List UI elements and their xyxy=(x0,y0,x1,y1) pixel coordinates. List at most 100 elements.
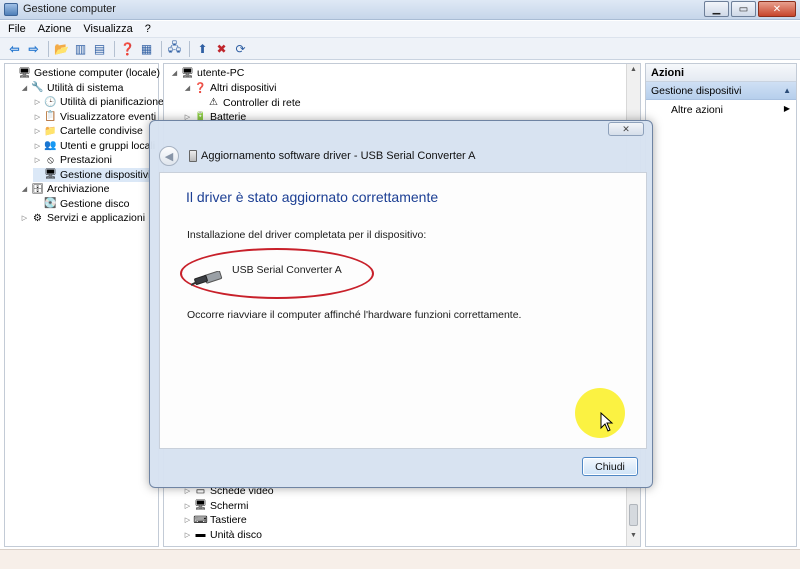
toolbar-separator xyxy=(161,40,162,57)
tools-icon: 🔧 xyxy=(31,82,44,93)
performance-icon: ⦸ xyxy=(47,154,54,166)
minimize-button[interactable]: ▁ xyxy=(704,1,729,17)
device-category[interactable]: ⚠ Controller di rete xyxy=(196,96,301,110)
tree-item[interactable]: ▷ 🕒 Utilità di pianificazione xyxy=(33,95,164,109)
collapsed-triangle-icon[interactable]: ▷ xyxy=(183,502,192,510)
menu-bar: File Azione Visualizza ? xyxy=(0,21,800,38)
menu-file[interactable]: File xyxy=(8,23,26,35)
dialog-footer: Chiudi xyxy=(150,451,652,487)
collapsed-triangle-icon[interactable]: ▷ xyxy=(33,113,42,121)
dialog-content: Il driver è stato aggiornato correttamen… xyxy=(159,172,647,449)
help-icon[interactable]: ❓ xyxy=(119,41,136,57)
update-driver-icon[interactable]: ⬆ xyxy=(194,41,211,57)
window-titlebar: Gestione computer ▁ ▭ ✕ xyxy=(0,0,800,20)
keyboard-icon: ⌨ xyxy=(193,514,208,526)
collapsed-triangle-icon[interactable]: ▷ xyxy=(33,127,42,135)
window-controls: ▁ ▭ ✕ xyxy=(702,1,796,17)
scroll-thumb[interactable] xyxy=(629,504,638,526)
device-category[interactable]: ▷ 🖥 Schermi xyxy=(183,499,249,513)
computer-management-app-icon xyxy=(4,3,18,16)
device-category[interactable]: ▷ ⌨ Tastiere xyxy=(183,513,247,527)
usb-plug-icon xyxy=(191,271,223,286)
tree-item[interactable]: ▷ 📁 Cartelle condivise xyxy=(33,124,143,138)
collapsed-triangle-icon[interactable]: ▷ xyxy=(33,98,42,106)
actions-section-label: Gestione dispositivi xyxy=(651,85,742,97)
properties-icon[interactable]: ▤ xyxy=(91,41,108,57)
device-tree-root[interactable]: ◢ 🖥 utente-PC xyxy=(170,66,244,80)
dialog-heading: Il driver è stato aggiornato correttamen… xyxy=(186,189,439,205)
device-category-label: Controller di rete xyxy=(223,96,301,109)
storage-icon: 🗄 xyxy=(31,183,44,195)
show-hide-tree-icon[interactable]: ▥ xyxy=(72,41,89,57)
uninstall-device-icon[interactable]: ✖ xyxy=(213,41,230,57)
usb-device-small-icon xyxy=(189,150,197,162)
toolbar-separator xyxy=(48,40,49,57)
warning-device-icon: ⚠ xyxy=(209,97,218,108)
update-driver-dialog: ✕ ◀ Aggiornamento software driver - USB … xyxy=(149,120,653,488)
maximize-button[interactable]: ▭ xyxy=(731,1,756,17)
dialog-title: Aggiornamento software driver - USB Seri… xyxy=(201,150,476,162)
tree-item[interactable]: 💽 Gestione disco xyxy=(33,197,129,211)
menu-help[interactable]: ? xyxy=(145,23,151,35)
collapsed-triangle-icon[interactable]: ▷ xyxy=(183,531,192,539)
collapsed-triangle-icon[interactable]: ▷ xyxy=(33,156,42,164)
console-view-icon[interactable]: ▦ xyxy=(138,41,155,57)
mouse-cursor-icon xyxy=(600,412,614,432)
tree-item-label: Prestazioni xyxy=(60,154,112,166)
tree-item[interactable]: ▷ ⚙ Servizi e applicazioni xyxy=(20,211,145,225)
collapsed-triangle-icon[interactable]: ▷ xyxy=(20,214,29,222)
expanded-triangle-icon[interactable]: ◢ xyxy=(20,84,29,92)
services-icon: ⚙ xyxy=(33,212,42,224)
scroll-down-arrow-icon[interactable]: ▼ xyxy=(627,532,640,544)
scan-hardware-icon[interactable]: 🖧 xyxy=(166,40,183,57)
tree-item-label: Cartelle condivise xyxy=(60,125,143,137)
close-button[interactable]: Chiudi xyxy=(582,457,638,476)
actions-pane: Azioni Gestione dispositivi ▲ Altre azio… xyxy=(645,63,797,547)
device-category-label: Schermi xyxy=(210,499,249,512)
dialog-close-button[interactable]: ✕ xyxy=(608,122,644,136)
install-complete-text: Installazione del driver completata per … xyxy=(187,229,427,241)
device-name: USB Serial Converter A xyxy=(232,264,342,276)
tree-item[interactable]: ▷ 📋 Visualizzatore eventi xyxy=(33,110,156,124)
expanded-triangle-icon[interactable]: ◢ xyxy=(20,185,29,193)
enable-device-icon[interactable]: ⟳ xyxy=(232,41,249,57)
collapsed-triangle-icon[interactable]: ▷ xyxy=(33,142,42,150)
device-category[interactable]: ◢ ❓ Altri dispositivi xyxy=(183,81,277,95)
toolbar-separator xyxy=(114,40,115,57)
toolbar: ⇦ ⇨ 📂 ▥ ▤ ❓ ▦ 🖧 ⬆ ✖ ⟳ xyxy=(0,38,800,60)
tree-item-label: Gestione computer (locale) xyxy=(34,67,161,79)
collapse-caret-icon[interactable]: ▲ xyxy=(783,86,791,95)
tree-item[interactable]: 🖥 Gestione dispositivi xyxy=(33,167,151,182)
tree-item[interactable]: ◢ 🗄 Archiviazione xyxy=(20,182,110,196)
tree-item-label: Utilità di pianificazione xyxy=(60,96,164,108)
collapsed-triangle-icon[interactable]: ▷ xyxy=(183,516,192,524)
forward-arrow-icon[interactable]: ⇨ xyxy=(25,41,42,57)
clock-icon: 🕒 xyxy=(44,96,57,108)
tree-item[interactable]: ◢ 🔧 Utilità di sistema xyxy=(20,81,124,95)
collapsed-triangle-icon[interactable]: ▷ xyxy=(183,487,192,495)
users-icon: 👥 xyxy=(44,140,57,151)
tree-item-label: Gestione disco xyxy=(60,197,130,210)
back-button[interactable]: ◀ xyxy=(159,146,179,166)
window-title: Gestione computer xyxy=(23,3,116,15)
tree-item-label: Archiviazione xyxy=(47,183,110,195)
up-folder-icon[interactable]: 📂 xyxy=(53,41,70,57)
tree-item-label: Visualizzatore eventi xyxy=(60,110,157,123)
tree-item-label: Utenti e gruppi locali xyxy=(60,139,156,152)
device-category-label: Unità disco xyxy=(210,528,262,541)
device-tree-root-label: utente-PC xyxy=(197,67,245,79)
device-category-label: Tastiere xyxy=(210,514,247,526)
tree-item[interactable]: 🖥 Gestione computer (locale) xyxy=(7,66,160,80)
tree-item[interactable]: ▷ ⦸ Prestazioni xyxy=(33,153,112,167)
expanded-triangle-icon[interactable]: ◢ xyxy=(170,69,179,77)
menu-azione[interactable]: Azione xyxy=(38,23,72,35)
menu-visualizza[interactable]: Visualizza xyxy=(83,23,132,35)
scroll-up-arrow-icon[interactable]: ▲ xyxy=(627,66,640,78)
actions-section-device-manager[interactable]: Gestione dispositivi ▲ xyxy=(646,82,796,100)
more-actions-item[interactable]: Altre azioni ▶ xyxy=(646,100,796,118)
device-category[interactable]: ▷ ▬ Unità disco xyxy=(183,528,262,542)
back-arrow-icon[interactable]: ⇦ xyxy=(6,41,23,57)
tree-item[interactable]: ▷ 👥 Utenti e gruppi locali xyxy=(33,139,155,153)
tree-triangle-icon[interactable]: ◢ xyxy=(183,84,192,92)
close-window-button[interactable]: ✕ xyxy=(758,1,796,17)
